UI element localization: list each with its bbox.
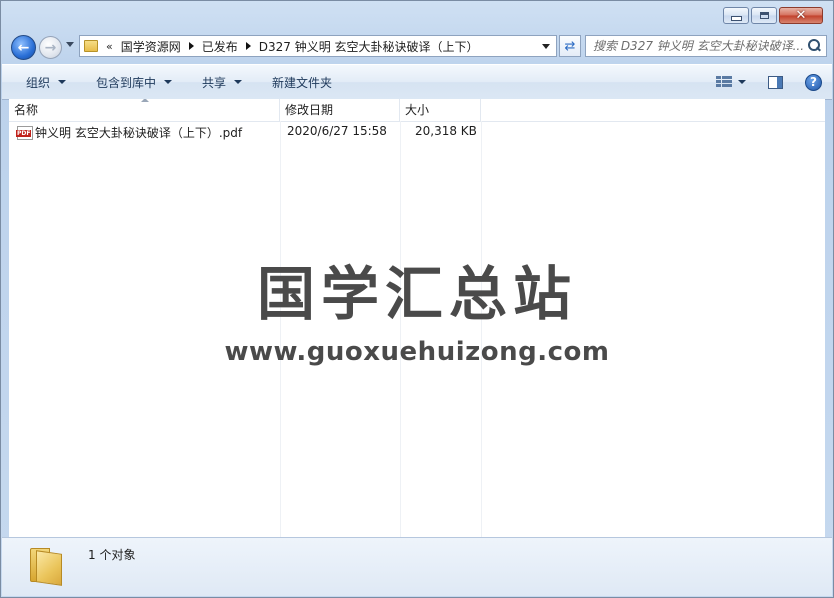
back-arrow-icon: ←: [17, 39, 30, 56]
file-name[interactable]: 钟义明 玄空大卦秘诀破译（上下）.pdf: [35, 124, 242, 141]
column-header-size[interactable]: 大小: [400, 99, 481, 121]
explorer-window: ✕ ← → « 国学资源网 已发布 D327 钟义明 玄空大卦秘诀破译（上下） …: [0, 0, 834, 598]
back-button[interactable]: ←: [11, 35, 36, 60]
chevron-down-icon: [58, 80, 67, 84]
watermark-url: www.guoxuehuizong.com: [224, 337, 610, 367]
watermark-title: 国学汇总站: [256, 260, 577, 328]
item-count: 1 个对象: [88, 548, 136, 562]
chevron-down-icon: [738, 80, 746, 84]
folder-icon: [28, 546, 64, 586]
refresh-button[interactable]: ⇄: [559, 35, 581, 57]
close-button[interactable]: ✕: [779, 7, 823, 24]
views-icon: [716, 76, 732, 88]
breadcrumb-item[interactable]: 已发布: [194, 38, 251, 55]
details-pane: 1 个对象: [2, 537, 832, 596]
search-icon[interactable]: [806, 38, 822, 54]
help-icon: ?: [810, 75, 817, 89]
chevron-down-icon: [234, 80, 243, 84]
new-folder-button[interactable]: 新建文件夹: [252, 70, 342, 94]
refresh-icon: ⇄: [564, 38, 576, 54]
forward-button[interactable]: →: [39, 36, 62, 59]
search-box[interactable]: [585, 35, 827, 57]
help-button[interactable]: ?: [805, 73, 822, 91]
sort-ascending-icon: [141, 99, 149, 102]
column-header-name[interactable]: 名称: [9, 99, 280, 121]
maximize-icon: [759, 12, 769, 19]
share-button[interactable]: 共享: [182, 70, 252, 94]
file-date: 2020/6/27 15:58: [287, 124, 387, 138]
organize-button[interactable]: 组织: [2, 70, 76, 94]
breadcrumb-item[interactable]: 国学资源网: [113, 38, 194, 55]
column-header-date[interactable]: 修改日期: [280, 99, 400, 121]
chevron-down-icon: [164, 80, 173, 84]
breadcrumb-item[interactable]: D327 钟义明 玄空大卦秘诀破译（上下）: [251, 38, 485, 55]
file-list[interactable]: 名称 修改日期 大小 PDF 钟义明 玄空大卦秘诀破译（上下）.pdf 2020…: [9, 99, 825, 538]
address-bar[interactable]: « 国学资源网 已发布 D327 钟义明 玄空大卦秘诀破译（上下）: [79, 35, 557, 57]
forward-arrow-icon: →: [44, 39, 57, 56]
close-icon: ✕: [795, 8, 807, 23]
file-size: 20,318 KB: [415, 124, 477, 138]
include-in-library-button[interactable]: 包含到库中: [76, 70, 182, 94]
navigation-bar: ← → « 国学资源网 已发布 D327 钟义明 玄空大卦秘诀破译（上下） ⇄: [9, 33, 827, 61]
maximize-button[interactable]: [751, 7, 777, 24]
file-row[interactable]: PDF 钟义明 玄空大卦秘诀破译（上下）.pdf 2020/6/27 15:58…: [9, 122, 489, 142]
preview-pane-button[interactable]: [768, 75, 783, 89]
folder-icon: [84, 40, 98, 52]
change-view-button[interactable]: [716, 76, 760, 88]
address-history-dropdown[interactable]: [542, 43, 550, 49]
recent-pages-dropdown[interactable]: [66, 42, 74, 47]
minimize-icon: [730, 15, 742, 21]
command-bar: 组织 包含到库中 共享 新建文件夹 ?: [2, 64, 832, 100]
pdf-icon: PDF: [16, 126, 33, 140]
window-controls: ✕: [723, 7, 823, 24]
breadcrumb-overflow[interactable]: «: [104, 40, 113, 53]
minimize-button[interactable]: [723, 7, 749, 24]
search-input[interactable]: [586, 38, 806, 54]
watermark: 国学汇总站 www.guoxuehuizong.com: [9, 247, 825, 367]
column-header-row: 名称 修改日期 大小: [9, 99, 825, 122]
